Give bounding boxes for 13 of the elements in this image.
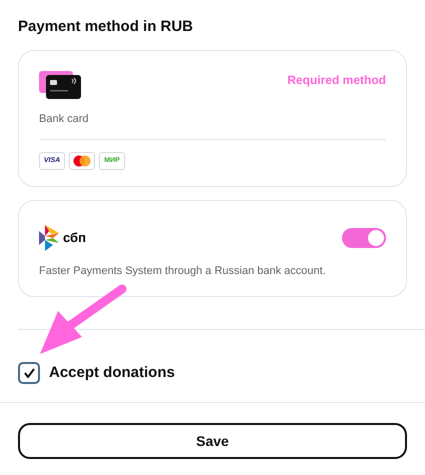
- save-button[interactable]: Save: [18, 423, 407, 459]
- required-label: Required method: [287, 72, 386, 88]
- sbp-logo-icon: [39, 225, 61, 251]
- bank-card-icon: [39, 70, 81, 98]
- checkbox[interactable]: [18, 362, 40, 384]
- sbp-logo-text: сбп: [63, 229, 86, 248]
- method-label: Bank card: [39, 110, 386, 140]
- check-icon: [24, 368, 34, 378]
- mastercard-logo: [73, 155, 91, 167]
- section-title: Payment method in RUB: [18, 17, 194, 37]
- method-description: Faster Payments System through a Russian bank account.: [39, 264, 327, 279]
- checkbox-label: Accept donations: [49, 362, 175, 382]
- toggle-switch[interactable]: [342, 228, 386, 248]
